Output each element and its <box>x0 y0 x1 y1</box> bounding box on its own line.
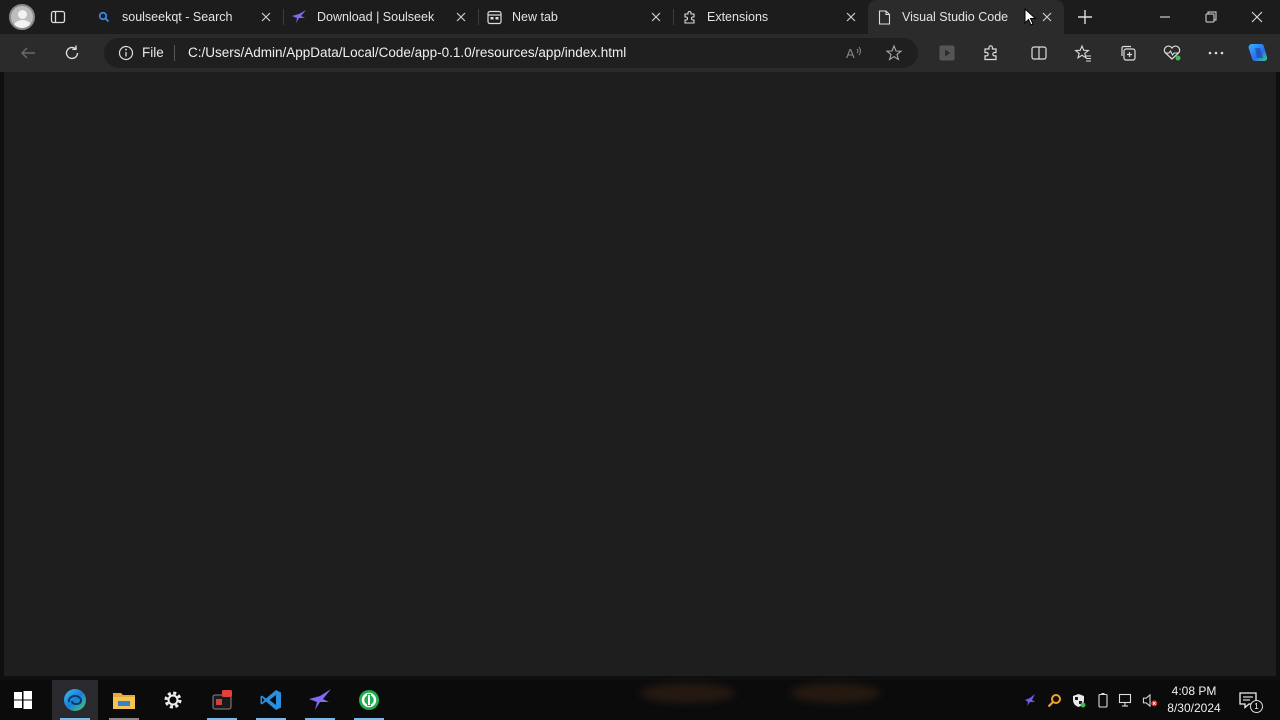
soulseek-icon[interactable] <box>297 680 343 720</box>
address-bar[interactable]: File C:/Users/Admin/AppData/Local/Code/a… <box>104 38 918 68</box>
start-icon[interactable] <box>0 680 46 720</box>
close-window-button[interactable] <box>1234 0 1280 34</box>
close-tab-icon[interactable] <box>844 10 858 24</box>
tab-strip: soulseekqt - Search Download | Soulseek … <box>0 0 1280 34</box>
close-tab-icon[interactable] <box>1040 10 1054 24</box>
profile-avatar-icon[interactable] <box>9 4 35 30</box>
extensions-button[interactable] <box>981 43 1001 63</box>
system-clock[interactable]: 4:08 PM 8/30/2024 <box>1160 683 1228 717</box>
new-tab-button[interactable] <box>1076 8 1094 26</box>
close-tab-icon[interactable] <box>649 10 663 24</box>
info-icon[interactable] <box>118 45 134 61</box>
search-tray-icon[interactable] <box>1046 692 1062 708</box>
read-aloud-icon[interactable]: A <box>845 44 863 62</box>
site-scheme-label[interactable]: File <box>142 45 164 60</box>
navigation-toolbar: File C:/Users/Admin/AppData/Local/Code/a… <box>0 34 1280 72</box>
url-text[interactable]: C:/Users/Admin/AppData/Local/Code/app-0.… <box>188 45 626 60</box>
notification-center-icon[interactable]: 1 <box>1238 690 1263 713</box>
soulseek-bird-icon <box>291 9 307 25</box>
file-explorer-icon[interactable] <box>101 680 147 720</box>
back-button[interactable] <box>18 43 38 63</box>
mouse-cursor-icon <box>1024 7 1038 28</box>
media-extension-icon[interactable] <box>937 43 957 63</box>
green-app-icon[interactable] <box>346 680 392 720</box>
vscode-icon[interactable] <box>248 680 294 720</box>
close-tab-icon[interactable] <box>259 10 273 24</box>
copilot-icon[interactable] <box>1246 41 1270 65</box>
tab-extensions[interactable]: Extensions <box>673 0 868 34</box>
settings-icon[interactable] <box>150 680 196 720</box>
tab-new-tab[interactable]: New tab <box>478 0 673 34</box>
edge-icon[interactable] <box>52 680 98 720</box>
tab-title: Download | Soulseek <box>317 10 435 24</box>
media-app-icon[interactable] <box>199 680 245 720</box>
windows-taskbar: 4:08 PM 8/30/2024 1 <box>0 680 1280 720</box>
volume-muted-icon[interactable] <box>1142 692 1158 708</box>
address-separator <box>174 45 175 61</box>
favorites-icon[interactable] <box>1073 43 1093 63</box>
svg-text:A: A <box>846 46 855 61</box>
clock-time: 4:08 PM <box>1171 684 1217 698</box>
refresh-button[interactable] <box>62 43 82 63</box>
wallpaper-shape <box>790 683 880 703</box>
more-menu-icon[interactable] <box>1206 43 1226 63</box>
extension-icon <box>681 9 697 25</box>
battery-icon[interactable] <box>1095 692 1111 708</box>
tab-title: Extensions <box>707 10 769 24</box>
favorite-star-icon[interactable] <box>885 44 903 62</box>
wallpaper-shape <box>640 683 735 703</box>
tab-title: Visual Studio Code <box>902 10 1009 24</box>
browser-essentials-icon[interactable] <box>1162 43 1182 63</box>
newtab-icon <box>486 9 502 25</box>
tab-soulseekqt-search[interactable]: soulseekqt - Search <box>88 0 283 34</box>
page-icon <box>876 9 892 25</box>
notification-count-badge: 1 <box>1250 700 1263 713</box>
collections-icon[interactable] <box>1118 43 1138 63</box>
split-screen-icon[interactable] <box>1029 43 1049 63</box>
minimize-button[interactable] <box>1142 0 1188 34</box>
tab-title: New tab <box>512 10 558 24</box>
restore-button[interactable] <box>1188 0 1234 34</box>
page-content <box>4 72 1276 676</box>
clock-date: 8/30/2024 <box>1167 701 1221 715</box>
search-icon <box>96 9 112 25</box>
tab-actions-icon[interactable] <box>50 9 66 25</box>
soulseek-tray-icon[interactable] <box>1022 692 1038 708</box>
network-icon[interactable] <box>1118 692 1134 708</box>
close-tab-icon[interactable] <box>454 10 468 24</box>
tab-title: soulseekqt - Search <box>122 10 233 24</box>
security-shield-icon[interactable] <box>1070 692 1086 708</box>
tab-download-soulseek[interactable]: Download | Soulseek <box>283 0 478 34</box>
